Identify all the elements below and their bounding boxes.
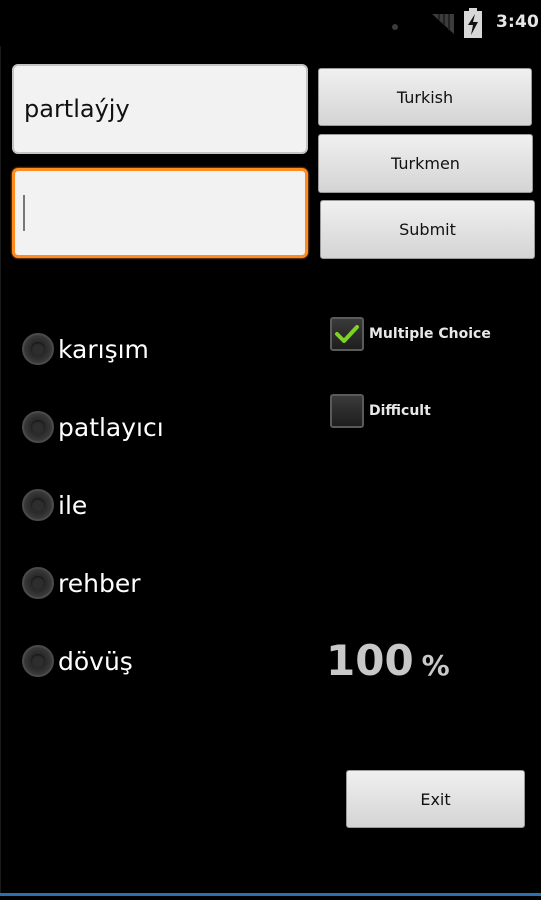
answer-option-label: ile	[58, 490, 88, 520]
signal-icon	[432, 14, 454, 34]
answer-option[interactable]: karışım	[22, 329, 149, 369]
text-cursor	[23, 195, 25, 231]
notification-dot	[392, 24, 398, 30]
radio-button-icon[interactable]	[22, 333, 54, 365]
multiple-choice-checkbox[interactable]: Multiple Choice	[330, 316, 491, 352]
checkbox-checked-icon[interactable]	[330, 317, 364, 351]
answer-option[interactable]: ile	[22, 485, 87, 525]
bottom-accent-line	[0, 893, 541, 896]
check-mark-icon	[335, 325, 359, 343]
source-word-text: partlaýjy	[24, 95, 130, 123]
difficult-checkbox[interactable]: Difficult	[330, 393, 431, 429]
checkbox-unchecked-icon[interactable]	[330, 394, 364, 428]
status-clock: 3:40	[496, 12, 540, 32]
screen-edge	[0, 46, 1, 894]
answer-option[interactable]: dövüş	[22, 641, 133, 681]
answer-option-label: karışım	[58, 334, 149, 364]
radio-button-icon[interactable]	[22, 645, 54, 677]
status-bar: 3:40	[0, 0, 541, 46]
multiple-choice-label: Multiple Choice	[369, 326, 491, 342]
difficult-label: Difficult	[369, 403, 431, 419]
answer-option-label: rehber	[58, 568, 141, 598]
score-display: 100 %	[326, 636, 450, 685]
radio-button-icon[interactable]	[22, 567, 54, 599]
radio-button-icon[interactable]	[22, 489, 54, 521]
app-screen: 3:40 partlaýjy Turkish Turkmen Submit ka…	[0, 0, 541, 900]
answer-option-label: dövüş	[58, 646, 133, 676]
answer-option[interactable]: patlayıcı	[22, 407, 164, 447]
turkmen-button[interactable]: Turkmen	[318, 134, 533, 193]
battery-charging-icon	[464, 8, 482, 38]
turkish-button[interactable]: Turkish	[318, 68, 532, 126]
answer-input[interactable]	[12, 168, 308, 258]
score-value: 100	[326, 636, 414, 685]
radio-button-icon[interactable]	[22, 411, 54, 443]
answer-option[interactable]: rehber	[22, 563, 140, 603]
source-word-field[interactable]: partlaýjy	[12, 64, 308, 154]
score-unit: %	[421, 649, 450, 682]
submit-button[interactable]: Submit	[320, 200, 535, 259]
exit-button[interactable]: Exit	[346, 770, 525, 828]
answer-option-label: patlayıcı	[58, 412, 164, 442]
